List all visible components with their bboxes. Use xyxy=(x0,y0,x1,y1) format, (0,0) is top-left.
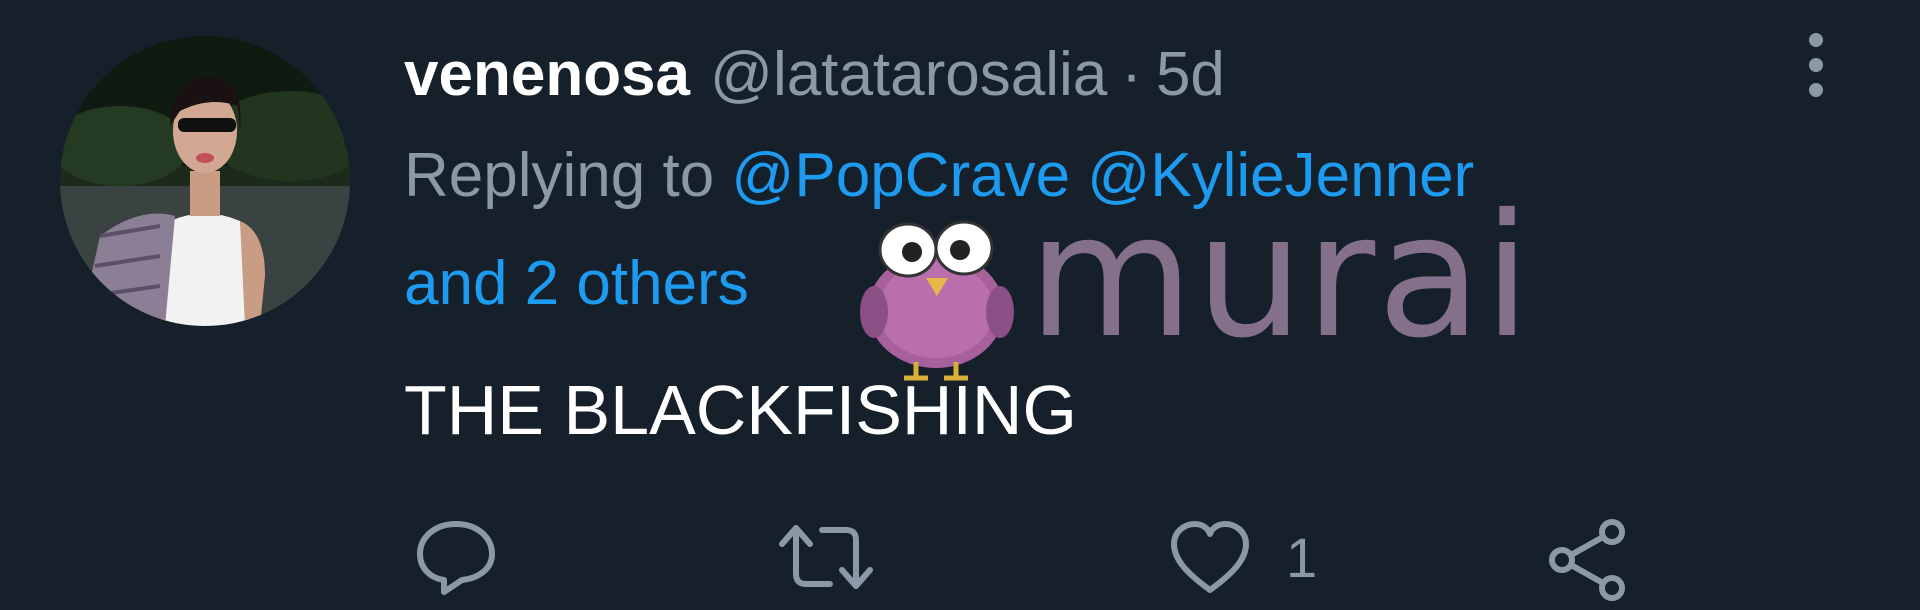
heart-icon xyxy=(1171,521,1249,593)
more-options-icon[interactable] xyxy=(1796,30,1836,100)
reply-button[interactable] xyxy=(414,518,498,596)
replying-to-label: Replying to xyxy=(404,141,715,210)
display-name[interactable]: venenosa xyxy=(404,39,690,110)
retweet-button[interactable] xyxy=(778,518,874,596)
reply-icon xyxy=(417,521,495,595)
watermark: murai xyxy=(860,192,1531,382)
like-count: 1 xyxy=(1286,525,1318,589)
user-handle[interactable]: @latatarosalia xyxy=(710,39,1107,110)
tweet-text: THE BLACKFISHING xyxy=(404,371,1077,449)
share-button[interactable] xyxy=(1546,518,1630,602)
separator-dot: · xyxy=(1121,39,1142,109)
mention-others[interactable]: and 2 others xyxy=(404,249,749,318)
mention-popcrave[interactable]: @PopCrave xyxy=(731,141,1070,210)
watermark-text: murai xyxy=(1028,178,1533,376)
bird-logo-icon xyxy=(860,220,1014,381)
tweet[interactable]: venenosa @latatarosalia · 5d Replying to… xyxy=(0,0,1920,610)
like-button[interactable]: 1 xyxy=(1168,518,1317,596)
timestamp[interactable]: 5d xyxy=(1156,39,1225,110)
share-icon xyxy=(1549,519,1625,601)
avatar[interactable] xyxy=(60,36,350,326)
retweet-icon xyxy=(779,525,873,589)
